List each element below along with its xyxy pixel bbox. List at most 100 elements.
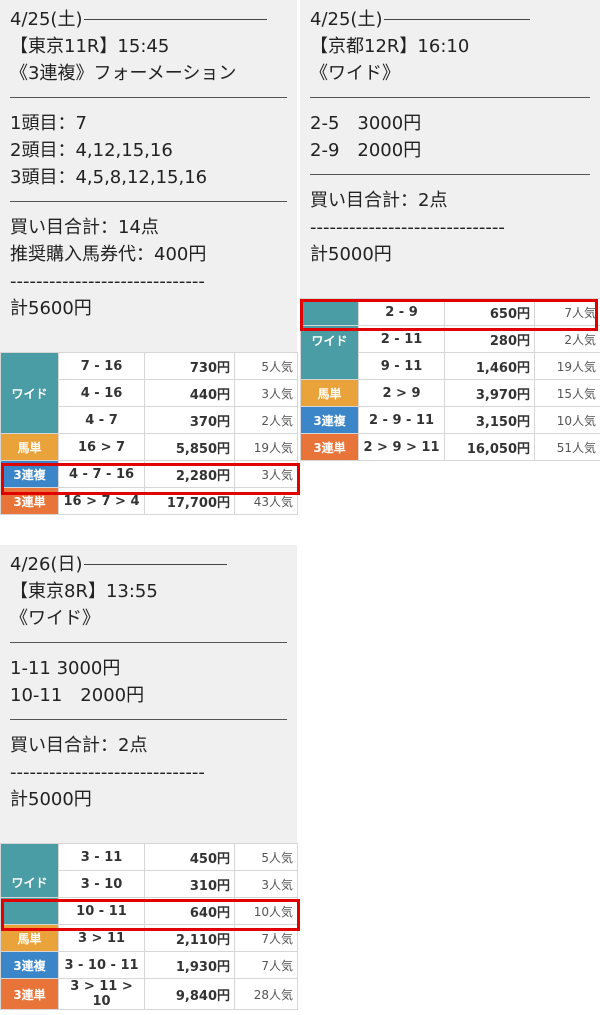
table-row: 馬単 3 > 11 2,110円 7人気 bbox=[0, 924, 298, 952]
payout: 450円 bbox=[144, 843, 235, 871]
payout: 440円 bbox=[144, 379, 235, 407]
table-row: 3連単 3 > 11 > 10 9,840円 28人気 bbox=[0, 978, 298, 1010]
horse-numbers: 3 - 11 bbox=[58, 843, 145, 871]
horse-numbers: 3 - 10 - 11 bbox=[58, 951, 145, 979]
bet-type-label-wide: ワイド bbox=[0, 352, 59, 434]
popularity: 5人気 bbox=[234, 843, 298, 871]
pick-line: 1頭目：7 bbox=[10, 113, 87, 134]
popularity: 3人気 bbox=[234, 870, 298, 898]
table-row: 3連単 2 > 9 > 11 16,050円 51人気 bbox=[300, 433, 600, 461]
summary-line: 買い目合計：2点 bbox=[10, 735, 148, 756]
bet-type-label-umatan: 馬単 bbox=[300, 379, 359, 407]
pick-line: 2-5 3000円 bbox=[310, 113, 422, 134]
bet-type-label-wide: ワイド bbox=[300, 325, 359, 380]
summary-line: 買い目合計：14点 bbox=[10, 217, 159, 238]
payout: 5,850円 bbox=[144, 433, 235, 461]
payout: 1,460円 bbox=[444, 352, 535, 380]
horse-numbers: 2 - 9 - 11 bbox=[358, 406, 445, 434]
table-row: 2 - 9 650円 7人気 bbox=[300, 298, 600, 326]
popularity: 43人気 bbox=[234, 487, 298, 515]
popularity: 51人気 bbox=[534, 433, 600, 461]
date-rule bbox=[384, 19, 530, 20]
table-row: 10 - 11 640円 10人気 bbox=[0, 897, 298, 925]
payout: 2,110円 bbox=[144, 924, 235, 952]
payout: 370円 bbox=[144, 406, 235, 434]
dash-divider: ------------------------------ bbox=[10, 271, 205, 292]
table-row: 3連複 4 - 7 - 16 2,280円 3人気 bbox=[0, 460, 298, 488]
bet-type-label-wide-hit bbox=[0, 897, 59, 925]
payout: 3,970円 bbox=[444, 379, 535, 407]
horse-numbers: 2 > 9 > 11 bbox=[358, 433, 445, 461]
bet-type-label-umatan: 馬単 bbox=[0, 924, 59, 952]
race-date: 4/26(日) bbox=[10, 551, 287, 578]
race-name: 【東京11R】15:45 bbox=[10, 36, 170, 57]
prediction-memo: 4/25(土) 【東京11R】15:45 《3連複》フォーメーション 1頭目：7… bbox=[0, 0, 297, 352]
bet-type-label-sanrentan: 3連単 bbox=[300, 433, 359, 461]
popularity: 2人気 bbox=[234, 406, 298, 434]
horse-numbers: 10 - 11 bbox=[58, 897, 145, 925]
payout: 650円 bbox=[444, 298, 535, 326]
table-row: 3連複 2 - 9 - 11 3,150円 10人気 bbox=[300, 406, 600, 434]
horse-numbers: 2 - 11 bbox=[358, 325, 445, 353]
bet-type-label-sanrentan: 3連単 bbox=[0, 487, 59, 515]
horse-numbers: 16 > 7 bbox=[58, 433, 145, 461]
total-amount: 計5000円 bbox=[310, 244, 392, 265]
table-row: ワイド 3 - 11 450円 5人気 bbox=[0, 843, 298, 898]
table-row: ワイド 7 - 16 730円 5人気 bbox=[0, 352, 298, 434]
payout: 9,840円 bbox=[144, 978, 235, 1010]
bet-type: 《ワイド》 bbox=[310, 63, 400, 84]
table-row: 3連単 16 > 7 > 4 17,700円 43人気 bbox=[0, 487, 298, 515]
pick-line: 2-9 2000円 bbox=[310, 140, 422, 161]
horse-numbers: 4 - 16 bbox=[58, 379, 145, 407]
summary-line: 買い目合計：2点 bbox=[310, 190, 448, 211]
payout: 310円 bbox=[144, 870, 235, 898]
pick-line: 10-11 2000円 bbox=[10, 685, 145, 706]
date-text: 4/25(土) bbox=[10, 9, 83, 30]
horse-numbers: 4 - 7 bbox=[58, 406, 145, 434]
bet-type: 《3連複》フォーメーション bbox=[10, 63, 237, 84]
popularity: 3人気 bbox=[234, 460, 298, 488]
bet-type-label-umatan: 馬単 bbox=[0, 433, 59, 461]
bet-type-label-wide: ワイド bbox=[0, 843, 59, 898]
pick-line: 3頭目：4,5,8,12,15,16 bbox=[10, 167, 208, 188]
prediction-memo: 4/26(日) 【東京8R】13:55 《ワイド》 1-11 3000円 10-… bbox=[0, 545, 297, 843]
payout: 17,700円 bbox=[144, 487, 235, 515]
payout-table: ワイド 7 - 16 730円 5人気 4 - 16 440円 3人気 4 - … bbox=[0, 352, 298, 515]
race-card-tokyo-11r: 4/25(土) 【東京11R】15:45 《3連複》フォーメーション 1頭目：7… bbox=[0, 0, 300, 515]
bet-type-label-sanrenpuku: 3連複 bbox=[0, 460, 59, 488]
popularity: 15人気 bbox=[534, 379, 600, 407]
divider bbox=[10, 719, 287, 720]
divider bbox=[310, 174, 590, 175]
popularity: 2人気 bbox=[534, 325, 600, 353]
popularity: 3人気 bbox=[234, 379, 298, 407]
divider bbox=[10, 642, 287, 643]
payout-table: 2 - 9 650円 7人気 ワイド 2 - 11 280円 2人気 9 - 1… bbox=[300, 298, 600, 461]
bet-type-label-sanrenpuku: 3連複 bbox=[300, 406, 359, 434]
date-rule bbox=[84, 19, 267, 20]
table-row: 馬単 2 > 9 3,970円 15人気 bbox=[300, 379, 600, 407]
pick-line: 2頭目：4,12,15,16 bbox=[10, 140, 173, 161]
dash-divider: ------------------------------ bbox=[10, 762, 205, 783]
divider bbox=[10, 97, 287, 98]
table-row: 3連複 3 - 10 - 11 1,930円 7人気 bbox=[0, 951, 298, 979]
horse-numbers: 7 - 16 bbox=[58, 352, 145, 380]
bet-type: 《ワイド》 bbox=[10, 608, 100, 629]
horse-numbers: 3 - 10 bbox=[58, 870, 145, 898]
payout: 280円 bbox=[444, 325, 535, 353]
date-text: 4/26(日) bbox=[10, 554, 83, 575]
race-card-kyoto-12r: 4/25(土) 【京都12R】16:10 《ワイド》 2-5 3000円 2-9… bbox=[300, 0, 600, 461]
date-rule bbox=[84, 564, 227, 565]
race-date: 4/25(土) bbox=[310, 6, 590, 33]
race-name: 【東京8R】13:55 bbox=[10, 581, 158, 602]
popularity: 19人気 bbox=[534, 352, 600, 380]
popularity: 7人気 bbox=[234, 951, 298, 979]
horse-numbers: 4 - 7 - 16 bbox=[58, 460, 145, 488]
total-amount: 計5000円 bbox=[10, 789, 92, 810]
popularity: 28人気 bbox=[234, 978, 298, 1010]
race-name: 【京都12R】16:10 bbox=[310, 36, 470, 57]
payout: 3,150円 bbox=[444, 406, 535, 434]
divider bbox=[310, 97, 590, 98]
table-row: 馬単 16 > 7 5,850円 19人気 bbox=[0, 433, 298, 461]
payout-table: ワイド 3 - 11 450円 5人気 3 - 10 310円 3人気 10 -… bbox=[0, 843, 298, 1010]
horse-numbers: 2 - 9 bbox=[358, 298, 445, 326]
